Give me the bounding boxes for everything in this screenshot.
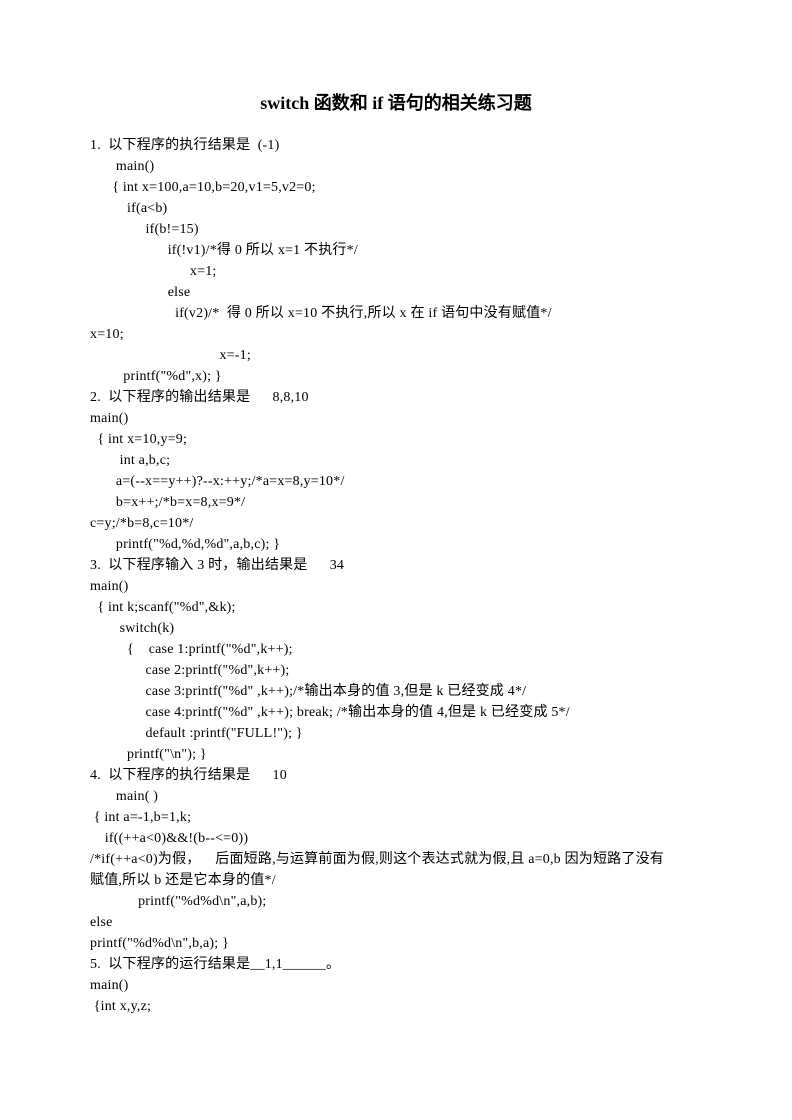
document-body: 1. 以下程序的执行结果是 (-1) main() { int x=100,a=…	[90, 135, 702, 1017]
code-line: case 4:printf("%d" ,k++); break; /*输出本身的…	[90, 702, 702, 723]
code-line: case 2:printf("%d",k++);	[90, 660, 702, 681]
code-line: default :printf("FULL!"); }	[90, 723, 702, 744]
code-line: x=-1;	[90, 345, 702, 366]
code-line: case 3:printf("%d" ,k++);/*输出本身的值 3,但是 k…	[90, 681, 702, 702]
code-line: {int x,y,z;	[90, 996, 702, 1017]
code-line: { case 1:printf("%d",k++);	[90, 639, 702, 660]
code-line: 3. 以下程序输入 3 时，输出结果是 34	[90, 555, 702, 576]
code-line: main()	[90, 576, 702, 597]
code-line: printf("%d,%d,%d",a,b,c); }	[90, 534, 702, 555]
code-line: 1. 以下程序的执行结果是 (-1)	[90, 135, 702, 156]
code-line: b=x++;/*b=x=8,x=9*/	[90, 492, 702, 513]
code-line: 赋值,所以 b 还是它本身的值*/	[90, 870, 702, 891]
code-line: printf("\n"); }	[90, 744, 702, 765]
code-line: main()	[90, 408, 702, 429]
code-line: main()	[90, 156, 702, 177]
code-line: if(!v1)/*得 0 所以 x=1 不执行*/	[90, 240, 702, 261]
code-line: x=1;	[90, 261, 702, 282]
code-line: x=10;	[90, 324, 702, 345]
code-line: else	[90, 912, 702, 933]
page-title: switch 函数和 if 语句的相关练习题	[90, 90, 702, 117]
code-line: else	[90, 282, 702, 303]
code-line: switch(k)	[90, 618, 702, 639]
code-line: printf("%d",x); }	[90, 366, 702, 387]
code-line: if(v2)/* 得 0 所以 x=10 不执行,所以 x 在 if 语句中没有…	[90, 303, 702, 324]
code-line: 4. 以下程序的执行结果是 10	[90, 765, 702, 786]
code-line: a=(--x==y++)?--x:++y;/*a=x=8,y=10*/	[90, 471, 702, 492]
code-line: c=y;/*b=8,c=10*/	[90, 513, 702, 534]
code-line: { int x=100,a=10,b=20,v1=5,v2=0;	[90, 177, 702, 198]
code-line: main( )	[90, 786, 702, 807]
code-line: printf("%d%d\n",a,b);	[90, 891, 702, 912]
code-line: { int k;scanf("%d",&k);	[90, 597, 702, 618]
code-line: if(a<b)	[90, 198, 702, 219]
code-line: if((++a<0)&&!(b--<=0))	[90, 828, 702, 849]
code-line: 2. 以下程序的输出结果是 8,8,10	[90, 387, 702, 408]
code-line: { int x=10,y=9;	[90, 429, 702, 450]
code-line: if(b!=15)	[90, 219, 702, 240]
code-line: printf("%d%d\n",b,a); }	[90, 933, 702, 954]
code-line: { int a=-1,b=1,k;	[90, 807, 702, 828]
code-line: int a,b,c;	[90, 450, 702, 471]
code-line: /*if(++a<0)为假， 后面短路,与运算前面为假,则这个表达式就为假,且 …	[90, 849, 702, 870]
code-line: 5. 以下程序的运行结果是__1,1______。	[90, 954, 702, 975]
code-line: main()	[90, 975, 702, 996]
